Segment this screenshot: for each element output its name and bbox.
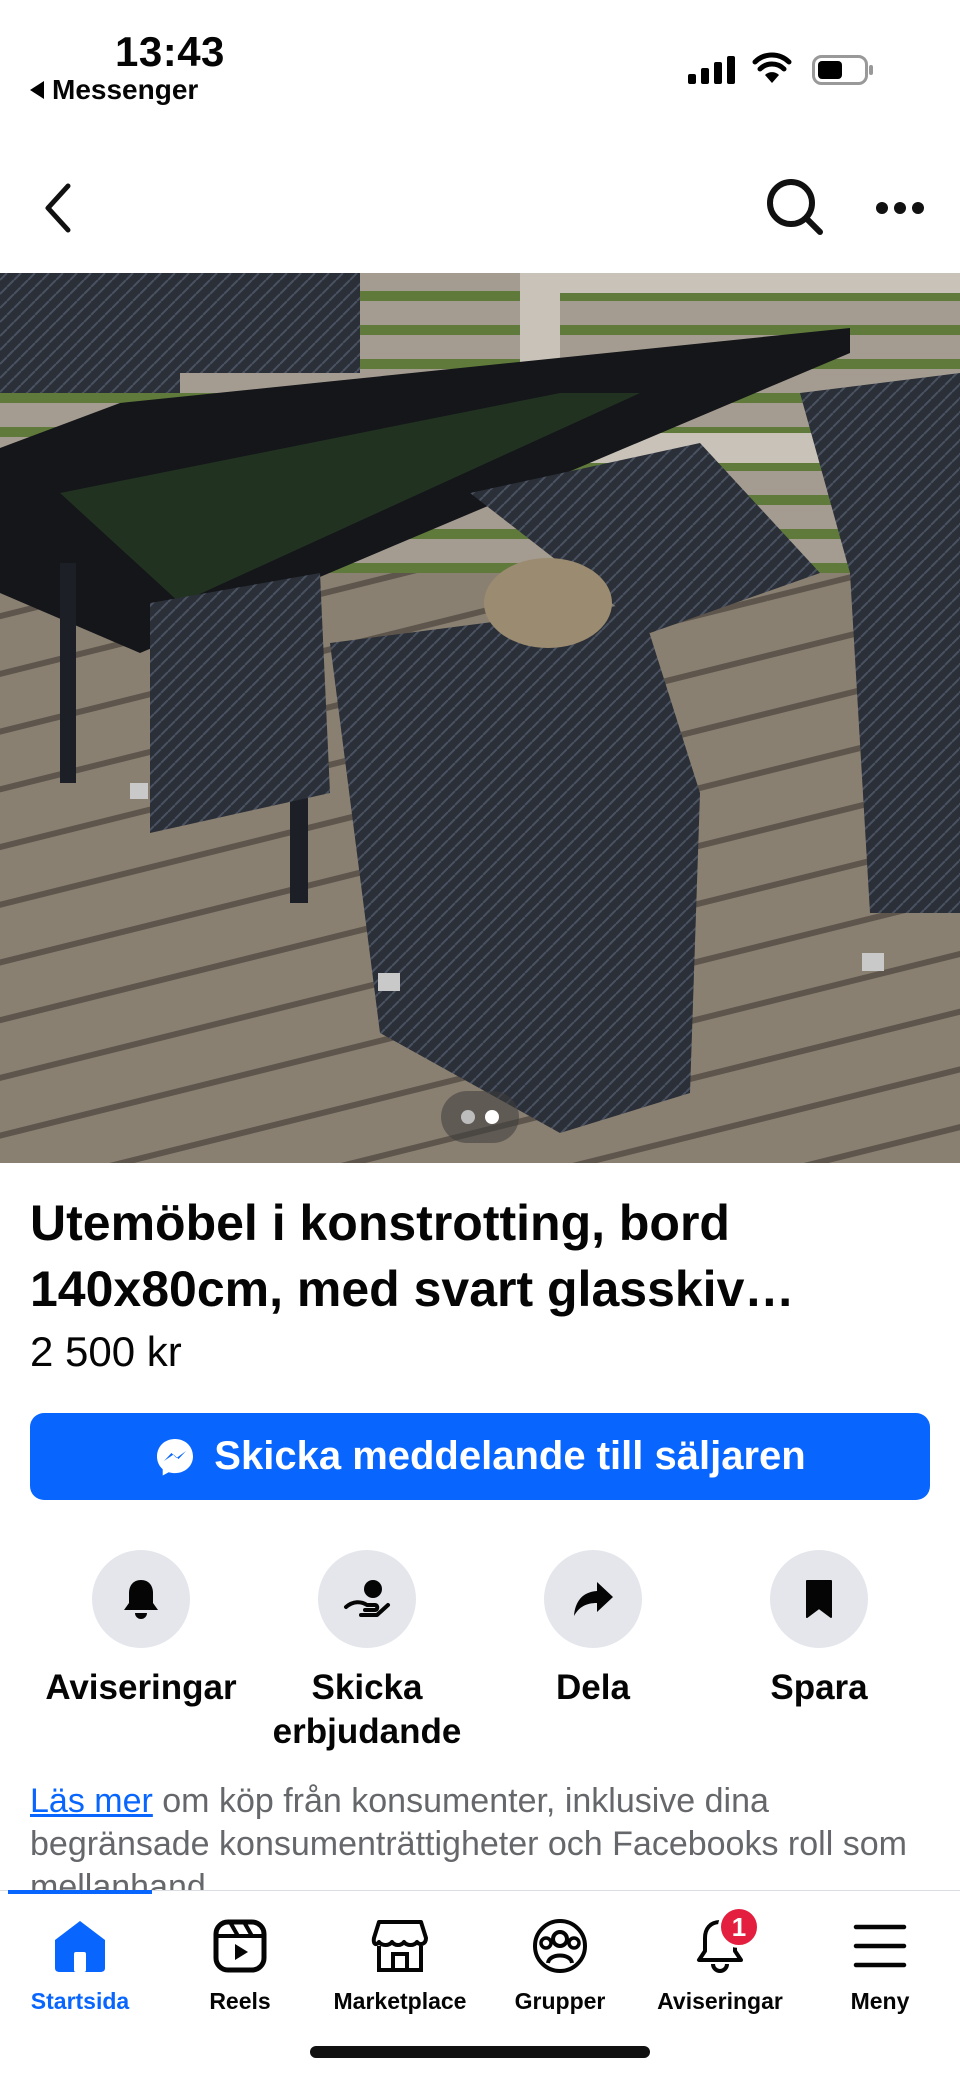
tab-label: Reels [209,1988,271,2014]
search-button[interactable] [760,172,830,242]
home-indicator-bar [310,2046,650,2058]
action-icon-circle [318,1550,416,1648]
share-arrow-icon [574,1582,613,1616]
tab-label: Meny [850,1988,910,2014]
tab-label: Startsida [30,1988,130,2014]
pagination-dot-active [485,1110,499,1124]
tab-marketplace[interactable]: Marketplace [320,1914,480,2015]
marketplace-icon [368,1914,432,1978]
action-share[interactable]: Dela [480,1550,706,1710]
battery-icon [812,55,873,85]
groups-icon [528,1914,592,1978]
offer-hand-icon [344,1580,390,1617]
status-time: 13:43 [115,28,225,75]
tab-groups[interactable]: Grupper [480,1914,640,2015]
message-seller-button[interactable]: Skicka meddelande till säljaren [30,1413,930,1500]
bell-icon [124,1580,158,1619]
home-icon [48,1914,112,1978]
action-save[interactable]: Spara [706,1550,932,1710]
tab-notifications[interactable]: 1 Aviseringar [640,1906,800,2015]
action-send-offer[interactable]: Skicka erbjudande [254,1550,480,1754]
tab-label: Marketplace [333,1988,467,2014]
notification-badge: 1 [718,1906,760,1948]
message-seller-label: Skicka meddelande till säljaren [214,1434,806,1478]
more-horizontal-icon [876,202,924,214]
action-icon-circle [770,1550,868,1648]
chevron-left-icon [45,183,71,233]
action-icon-circle [92,1550,190,1648]
consumer-disclaimer: Läs mer om köp från konsumenter, inklusi… [30,1780,930,1890]
tab-home[interactable]: Startsida [0,1914,160,2015]
action-notifications[interactable]: Aviseringar [28,1550,254,1710]
bookmark-icon [806,1580,832,1618]
tab-label: Grupper [514,1988,606,2014]
listing-photo[interactable] [0,273,960,1163]
tab-reels[interactable]: Reels [160,1914,320,2015]
disclaimer-text: om köp från konsumenter, inklusive dina … [30,1782,907,1890]
action-label: Aviseringar [45,1668,237,1707]
listing-title: Utemöbel i konstrotting, bord 140x80cm, … [30,1195,795,1317]
listing-price: 2 500 kr [30,1328,182,1375]
back-triangle-icon [30,81,44,99]
action-label: Dela [556,1668,630,1707]
action-label: Spara [770,1668,868,1707]
pagination-dot [461,1110,475,1124]
menu-icon [848,1914,912,1978]
back-button[interactable] [30,180,86,236]
back-to-app-link[interactable]: Messenger [30,74,198,106]
reels-icon [208,1914,272,1978]
search-icon [767,179,823,235]
messenger-icon [157,1438,194,1475]
cellular-signal-icon [688,56,735,84]
wifi-icon [752,52,792,83]
tab-menu[interactable]: Meny [800,1914,960,2015]
action-label: Skicka erbjudande [272,1668,462,1751]
more-options-button[interactable] [870,180,930,236]
action-icon-circle [544,1550,642,1648]
bell-icon: 1 [688,1906,760,1978]
back-app-label: Messenger [52,74,199,105]
tab-label: Aviseringar [657,1988,783,2014]
photo-pagination-dots[interactable] [441,1091,519,1143]
read-more-link[interactable]: Läs mer [30,1782,153,1820]
active-tab-indicator [8,1890,152,1894]
furniture-photo-image [0,273,960,1163]
